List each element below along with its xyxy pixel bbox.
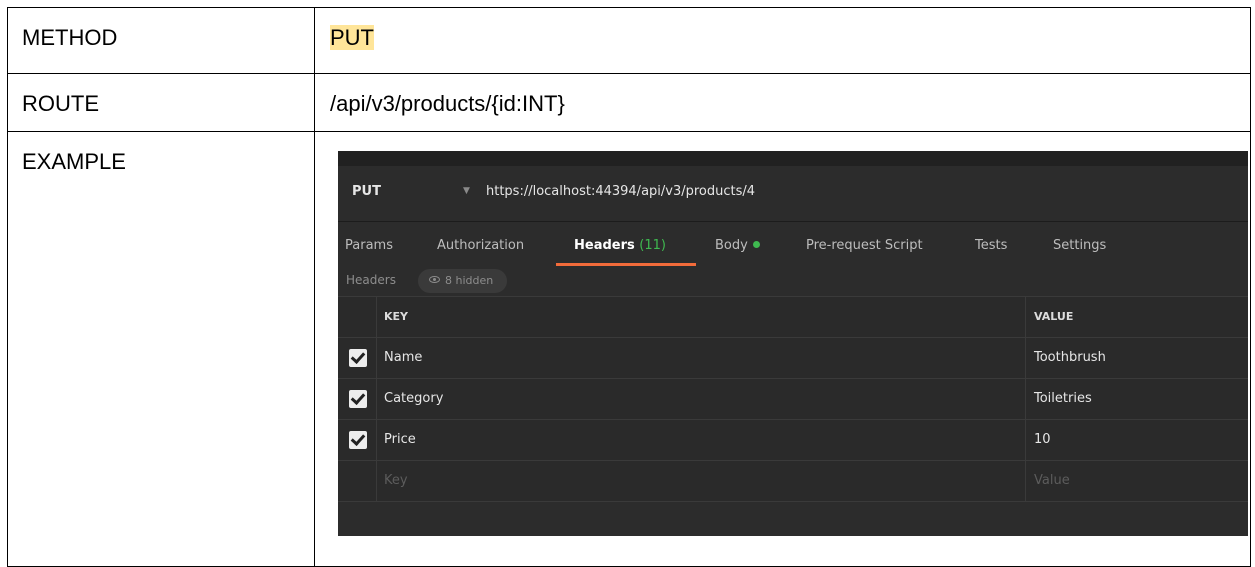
header-key-cell[interactable]: Name — [384, 350, 422, 365]
tab-headers[interactable]: Headers (11) — [574, 238, 666, 253]
header-value-cell[interactable]: Toothbrush — [1034, 350, 1106, 365]
postman-screenshot: PUT ▼ https://localhost:44394/api/v3/pro… — [338, 151, 1248, 536]
route-label-cell: ROUTE — [7, 73, 315, 132]
route-label: ROUTE — [22, 91, 99, 116]
method-row: METHOD PUT — [7, 7, 1251, 74]
tab-params[interactable]: Params — [345, 238, 393, 253]
method-value-cell: PUT — [314, 7, 1251, 74]
caret-down-icon[interactable]: ▼ — [463, 186, 470, 196]
tab-tests[interactable]: Tests — [975, 238, 1007, 253]
postman-top-bar — [338, 151, 1248, 166]
table-row: Name Toothbrush — [338, 338, 1248, 379]
tab-body[interactable]: Body — [715, 238, 760, 253]
active-tab-underline — [556, 263, 696, 266]
header-value-cell[interactable]: Toiletries — [1034, 391, 1092, 406]
column-header-key: KEY — [384, 310, 409, 323]
row-checkbox[interactable] — [349, 431, 367, 449]
new-header-row: Key Value — [338, 461, 1248, 502]
header-key-cell[interactable]: Price — [384, 432, 416, 447]
row-checkbox[interactable] — [349, 349, 367, 367]
hidden-headers-count: 8 hidden — [445, 274, 494, 287]
table-row: Price 10 — [338, 420, 1248, 461]
example-label: EXAMPLE — [22, 149, 126, 174]
new-key-input[interactable]: Key — [384, 473, 408, 488]
route-row: ROUTE /api/v3/products/{id:INT} — [7, 73, 1251, 132]
header-key-cell[interactable]: Category — [384, 391, 443, 406]
method-select[interactable]: PUT — [352, 184, 381, 199]
tab-settings[interactable]: Settings — [1053, 238, 1106, 253]
url-input[interactable]: https://localhost:44394/api/v3/products/… — [486, 184, 755, 199]
headers-subheader-label: Headers — [346, 273, 396, 287]
body-status-dot-icon — [752, 241, 760, 248]
new-value-input[interactable]: Value — [1034, 473, 1070, 488]
method-value: PUT — [330, 25, 374, 50]
route-value: /api/v3/products/{id:INT} — [330, 91, 565, 116]
tab-headers-label: Headers — [574, 238, 635, 253]
headers-table-header: KEY VALUE — [338, 296, 1248, 338]
headers-table: KEY VALUE Name Toothbrush Category Toile… — [338, 296, 1248, 502]
method-label: METHOD — [22, 25, 118, 50]
example-label-cell: EXAMPLE — [7, 131, 315, 567]
tab-body-label: Body — [715, 238, 748, 253]
route-value-cell: /api/v3/products/{id:INT} — [314, 73, 1251, 132]
tab-prerequest-script[interactable]: Pre-request Script — [806, 238, 923, 253]
column-header-value: VALUE — [1034, 310, 1074, 323]
request-bar: PUT ▼ https://localhost:44394/api/v3/pro… — [338, 166, 1248, 222]
row-checkbox[interactable] — [349, 390, 367, 408]
table-row: Category Toiletries — [338, 379, 1248, 420]
hidden-headers-toggle[interactable]: 8 hidden — [418, 269, 508, 293]
headers-count: (11) — [639, 238, 666, 253]
headers-subheader: Headers 8 hidden — [338, 268, 1248, 296]
request-tabs: Params Authorization Headers (11) Body P… — [338, 222, 1248, 268]
eye-icon — [429, 276, 440, 283]
method-label-cell: METHOD — [7, 7, 315, 74]
tab-authorization[interactable]: Authorization — [437, 238, 524, 253]
header-value-cell[interactable]: 10 — [1034, 432, 1051, 447]
